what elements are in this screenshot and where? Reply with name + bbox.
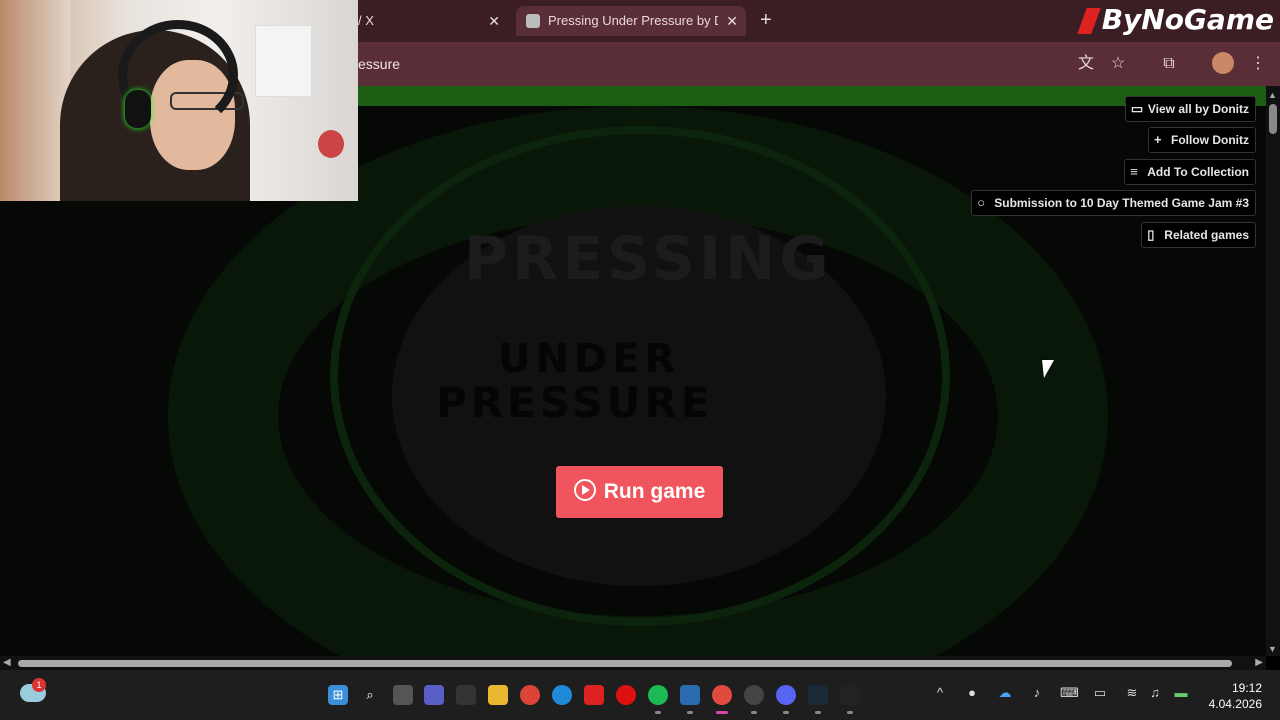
itchio-favicon-icon [526,14,540,28]
teams-icon[interactable] [424,685,444,705]
translate-icon[interactable]: 文 [1076,54,1096,74]
clock-time: 19:12 [1231,681,1262,695]
scroll-left-icon[interactable]: ◀ [3,657,11,668]
bynogame-logo: ByNoGame [1076,0,1274,40]
obs-icon[interactable] [744,685,764,714]
game-jam-submission-label: Submission to 10 Day Themed Game Jam #3 [994,196,1249,210]
task-view-icon[interactable] [393,685,413,705]
game-logo-line-1: PRESSING [464,224,833,294]
search-icon[interactable]: ⌕ [360,685,380,705]
clock-date: 4.04.2026 [1208,697,1262,711]
game-logo-line-2: UNDER [498,336,681,382]
game-logo-line-3: PRESSURE [436,378,714,427]
view-all-button[interactable]: ▭ View all by Donitz [1124,96,1256,122]
vertical-scrollbar[interactable]: ▲ ▼ [1266,86,1280,656]
follow-button[interactable]: + Follow Donitz [1148,127,1256,153]
weather-widget-icon[interactable]: 1 [20,678,46,702]
taskbar-clock[interactable]: 19:12 4.04.2026 [1209,680,1262,712]
wifi-icon[interactable]: ≋ [1123,685,1141,701]
steam-icon[interactable] [808,685,828,714]
new-tab-button[interactable]: + [760,6,772,34]
horizontal-scroll-thumb[interactable] [18,660,1232,667]
view-all-label: View all by Donitz [1147,102,1249,116]
youtube-icon[interactable] [584,685,604,705]
display-icon[interactable]: ▭ [1091,685,1109,701]
app-icon[interactable] [680,685,700,714]
tab-title: / X [358,13,374,28]
address-bar[interactable]: essure [358,48,1098,80]
chrome-active-icon[interactable] [712,685,732,714]
mouse-cursor [1042,360,1056,378]
follow-icon: + [1154,132,1162,147]
store-icon[interactable] [456,685,476,705]
battery-icon[interactable]: ▬ [1172,685,1190,700]
add-to-collection-label: Add To Collection [1147,165,1249,179]
windows-taskbar: 1 ⊞ ⌕ ^ ● ☁ ♪ ⌨ ▭ ≋ ♫ ▬ 19:12 4.04.2026 [0,670,1280,720]
play-icon [573,479,596,501]
game-jam-submission-button[interactable]: ○ Submission to 10 Day Themed Game Jam #… [971,190,1256,216]
discord-icon[interactable] [776,685,796,714]
close-icon[interactable]: ✕ [726,6,738,36]
webcam-headset-earcup [125,90,151,128]
follow-label: Follow Donitz [1171,133,1249,147]
related-games-label: Related games [1164,228,1249,242]
scroll-up-icon[interactable]: ▲ [1268,90,1277,100]
webcam-overlay [0,0,358,201]
scroll-right-icon[interactable]: ▶ [1255,657,1263,668]
extensions-icon[interactable]: ⧉ [1159,54,1179,74]
vertical-scroll-thumb[interactable] [1269,104,1277,134]
collection-icon: ≡ [1130,164,1138,179]
scroll-down-icon[interactable]: ▼ [1268,644,1277,654]
tray-overflow-icon[interactable]: ^ [931,685,949,700]
onedrive-icon[interactable]: ☁ [996,685,1014,701]
edge-icon[interactable] [552,685,572,705]
star-icon[interactable]: ☆ [1108,54,1128,74]
horizontal-scrollbar[interactable]: ◀ ▶ [0,656,1266,670]
weather-badge: 1 [32,678,46,692]
related-games-button[interactable]: ▯ Related games [1141,222,1256,248]
keyboard-icon[interactable]: ⌨ [1060,685,1079,701]
volume-icon[interactable]: ♫ [1146,685,1164,700]
profile-avatar[interactable] [1212,52,1234,74]
tray-app-icon[interactable]: ● [963,685,981,700]
chrome-icon[interactable] [520,685,540,705]
opera-icon[interactable] [616,685,636,705]
run-game-button[interactable]: Run game [556,466,723,518]
microphone-icon[interactable]: ♪ [1028,685,1046,700]
file-explorer-icon[interactable] [488,685,508,705]
add-to-collection-button[interactable]: ≡ Add To Collection [1124,159,1256,185]
menu-icon[interactable]: ⋮ [1248,54,1268,74]
epic-games-icon[interactable] [840,685,860,714]
close-icon[interactable]: ✕ [488,8,500,34]
map-icon: ▯ [1147,227,1155,242]
view-all-icon: ▭ [1130,101,1144,116]
run-game-label: Run game [603,480,706,503]
award-icon: ○ [977,195,986,210]
tab-x[interactable]: / X ✕ [358,8,510,34]
start-icon[interactable]: ⊞ [328,685,348,705]
webcam-teddy-bear [318,130,344,158]
spotify-icon[interactable] [648,685,668,714]
tab-pressing-under-pressure[interactable]: Pressing Under Pressure by Donitz ✕ [516,6,746,36]
bynogame-mark-icon [1076,8,1101,34]
webcam-hanging-shirt [255,25,312,97]
tab-title: Pressing Under Pressure by Donitz [548,13,718,28]
